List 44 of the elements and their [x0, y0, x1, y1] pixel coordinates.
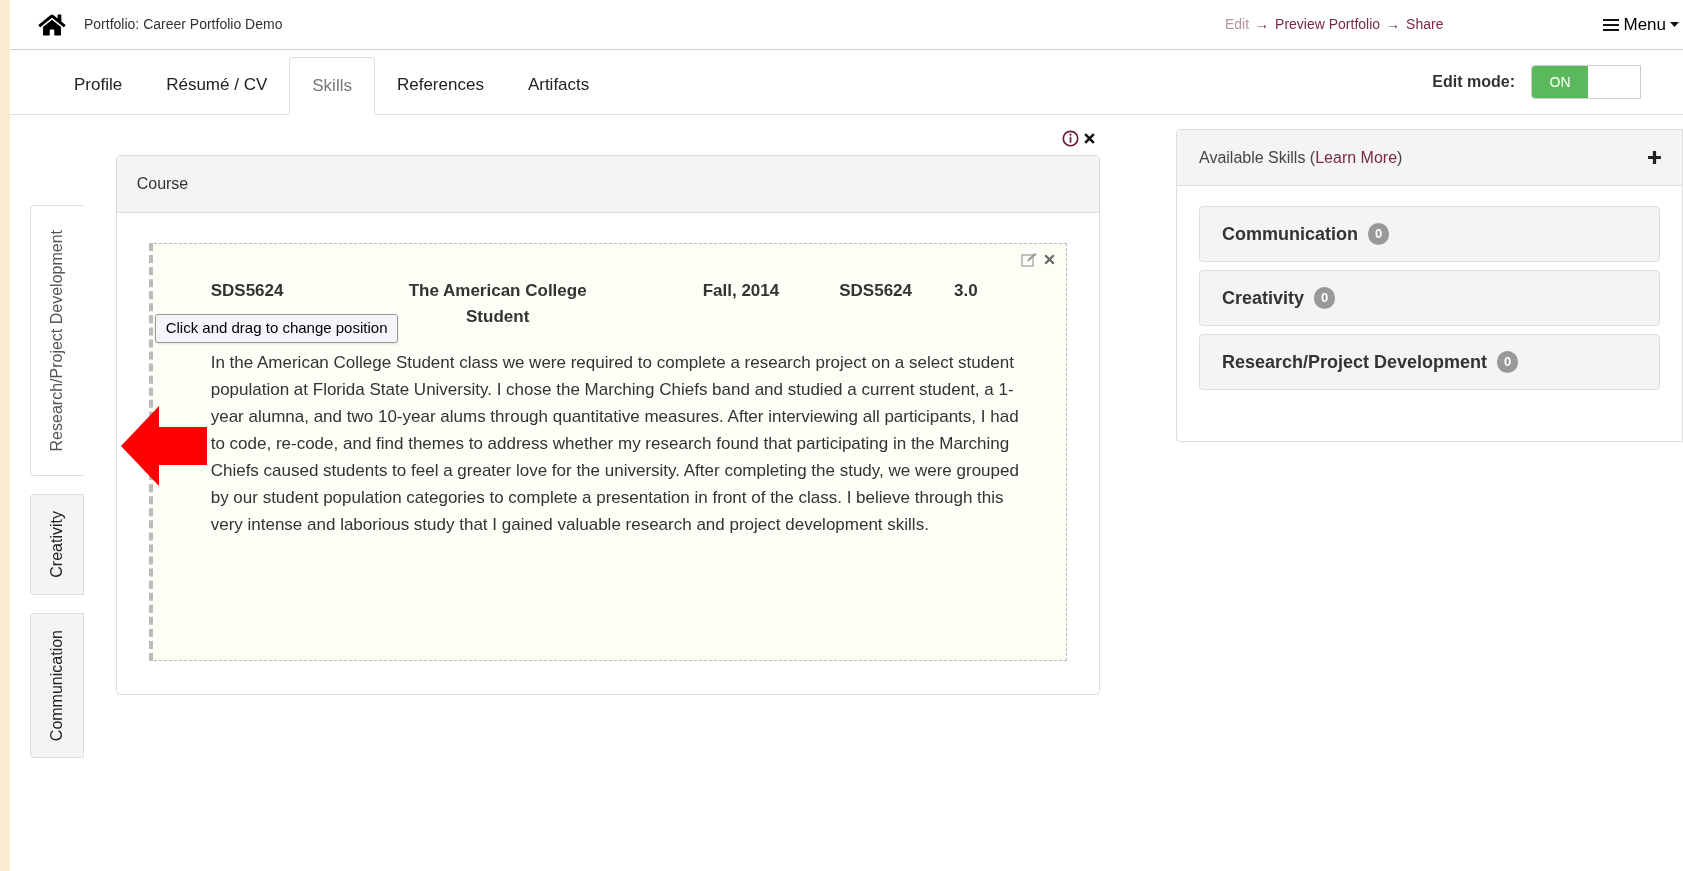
course-code: SDS5624 — [210, 280, 285, 302]
step-link[interactable]: Share — [1406, 14, 1444, 35]
nav-tab[interactable]: Artifacts — [505, 56, 612, 114]
close-icon[interactable] — [1083, 131, 1096, 145]
count-badge: 0 — [1497, 351, 1519, 373]
skill-tab[interactable]: Creativity — [30, 494, 84, 596]
arrow-separator: → — [1255, 15, 1270, 34]
delete-icon[interactable] — [1043, 253, 1056, 266]
skill-name: Research/Project Development — [1222, 350, 1488, 374]
home-icon[interactable] — [38, 12, 66, 37]
course-credits: 3.0 — [954, 280, 978, 302]
skill-name: Creativity — [1222, 286, 1305, 310]
skill-name: Communication — [1222, 222, 1358, 246]
portfolio-title: Portfolio: Career Portfolio Demo — [84, 15, 283, 34]
edit-mode-label: Edit mode: — [1432, 72, 1515, 92]
arrow-icon — [120, 406, 207, 486]
skill-item[interactable]: Communication 0 — [1199, 206, 1660, 262]
learn-more-link[interactable]: Learn More — [1315, 148, 1398, 166]
nav-tab[interactable]: Résumé / CV — [144, 56, 290, 114]
menu-button[interactable]: Menu — [1603, 11, 1679, 38]
nav-tab[interactable]: Skills — [289, 57, 375, 115]
count-badge: 0 — [1368, 223, 1390, 245]
nav-tab[interactable]: References — [374, 56, 506, 114]
arrow-separator: → — [1386, 15, 1401, 34]
step-link[interactable]: Preview Portfolio — [1275, 14, 1381, 35]
course-description: In the American College Student class we were required to complete a research project on a select student population at Florida State University. I chose the Marching Chiefs band and studied a current student, a 1-year alumna, and two 10-year alums through quantitative measures. After interviewing all participants, I had to code, re-code, and find themes to address whether my research found that participating in the Marching Chiefs caused students to feel a greater love for the university. After completing the study, we were grouped by our student population categories to complete a presentation in front of the class. I believe through this very intense and laborious study that I gained valuable research and project development skills. — [210, 352, 1020, 536]
menu-icon — [1603, 17, 1620, 32]
panel-title: Available Skills (Learn More) — [1199, 147, 1403, 168]
info-icon[interactable] — [1062, 129, 1079, 147]
edit-icon[interactable] — [1021, 252, 1037, 267]
course-title: The American College Student — [407, 280, 588, 328]
nav-tab[interactable]: Profile — [52, 56, 145, 114]
skill-tab[interactable]: Research/Project Development — [30, 205, 84, 477]
course-term: Fall, 2014 — [702, 280, 780, 302]
course-number: SDS5624 — [839, 280, 912, 302]
caret-icon — [1670, 21, 1679, 28]
count-badge: 0 — [1314, 287, 1336, 309]
course-card[interactable] — [148, 243, 1067, 661]
skill-item[interactable]: Creativity 0 — [1199, 270, 1660, 326]
panel-title: Course — [136, 174, 189, 194]
add-icon[interactable] — [1647, 150, 1662, 165]
skill-tab[interactable]: Communication — [30, 613, 84, 759]
skill-item[interactable]: Research/Project Development 0 — [1199, 334, 1660, 390]
tooltip: Click and drag to change position — [154, 314, 399, 343]
